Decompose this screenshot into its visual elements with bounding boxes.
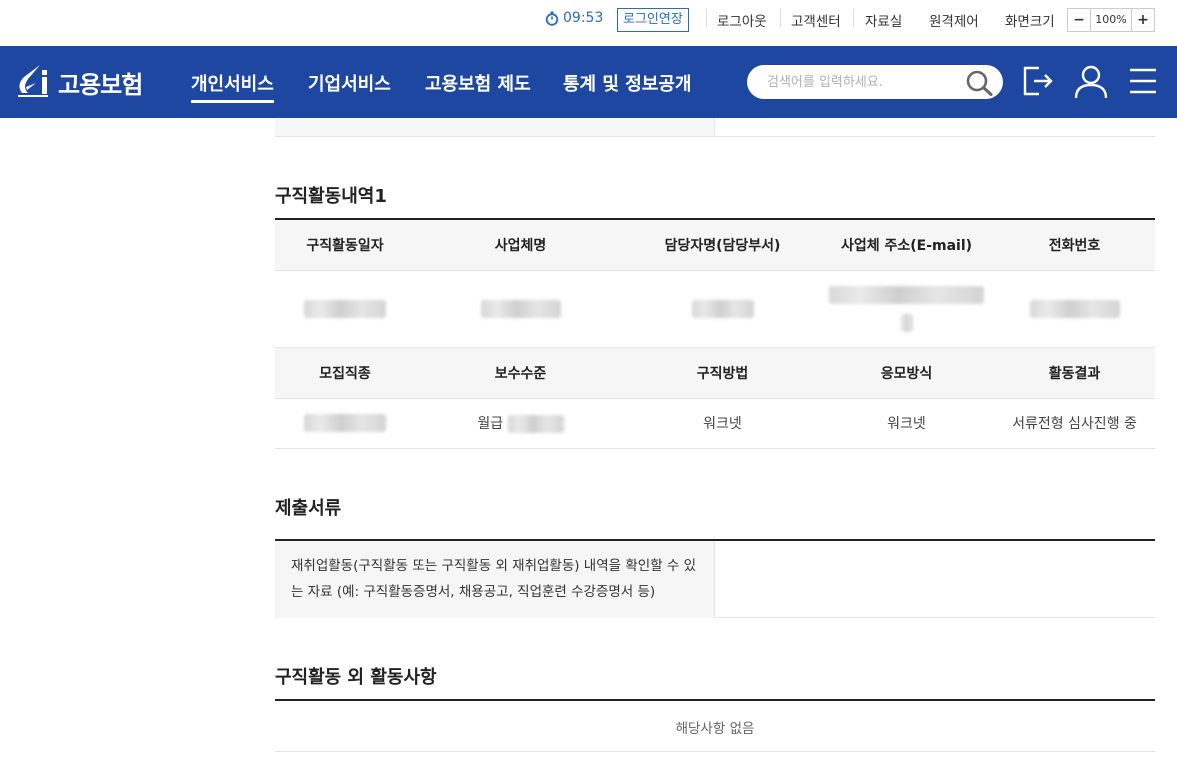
- activity-result-cell: 서류전형 심사진행 중: [994, 398, 1155, 449]
- divider: [275, 136, 1155, 137]
- screen-size-label: 화면크기: [1005, 14, 1055, 30]
- site-logo[interactable]: 고용보험: [14, 62, 143, 102]
- empty-message: 해당사항 없음: [675, 721, 755, 737]
- menu-business-service[interactable]: 기업서비스: [308, 70, 391, 96]
- main-nav: 고용보험 개인서비스 기업서비스 고용보험 제도 통계 및 정보공개: [0, 46, 1177, 118]
- extend-login-button[interactable]: 로그인연장: [617, 8, 689, 32]
- redacted-cell: [994, 270, 1155, 348]
- table-row: [275, 270, 1155, 348]
- remote-control-link[interactable]: 원격제어: [929, 10, 979, 30]
- timer-value: 09:53: [563, 10, 604, 26]
- job-activity-title: 구직활동내역1: [275, 186, 387, 207]
- search-method-cell: 워크넷: [626, 398, 819, 449]
- menu-personal-service[interactable]: 개인서비스: [191, 70, 274, 103]
- header-company-address: 사업체 주소(E-mail): [819, 219, 994, 271]
- search-box: [747, 65, 1003, 99]
- job-activity-table: 구직활동일자 사업체명 담당자명(담당부서) 사업체 주소(E-mail) 전화…: [275, 218, 1155, 449]
- user-icon[interactable]: [1074, 64, 1108, 104]
- documents-table: 재취업활동(구직활동 또는 구직활동 외 재취업활동) 내역을 확인할 수 있는…: [275, 539, 1155, 618]
- redacted-cell: [626, 270, 819, 348]
- redacted-cell: [415, 270, 626, 348]
- search-icon[interactable]: [965, 69, 995, 101]
- table-row: 월급 워크넷 워크넷 서류전형 심사진행 중: [275, 398, 1155, 449]
- header-activity-date: 구직활동일자: [275, 219, 415, 271]
- apply-method-cell: 워크넷: [819, 398, 994, 449]
- search-input[interactable]: [767, 72, 957, 92]
- logo-text: 고용보험: [58, 70, 143, 99]
- redacted-cell: [275, 398, 415, 449]
- documents-title: 제출서류: [275, 498, 342, 519]
- redacted-cell: [275, 270, 415, 348]
- ei-logo-icon: [18, 65, 48, 97]
- divider: [706, 9, 707, 27]
- session-timer: 09:53: [545, 10, 603, 26]
- header-company-name: 사업체명: [415, 219, 626, 271]
- zoom-in-button[interactable]: +: [1132, 9, 1154, 31]
- logout-icon[interactable]: [1021, 64, 1055, 102]
- menu-insurance-system[interactable]: 고용보험 제도: [425, 70, 531, 96]
- utility-bar: 09:53 로그인연장 로그아웃 고객센터 자료실 원격제어 화면크기 − 10…: [0, 0, 1177, 46]
- divider: [780, 9, 781, 27]
- library-link[interactable]: 자료실: [865, 10, 902, 30]
- zoom-out-button[interactable]: −: [1068, 9, 1090, 31]
- salary-cell: 월급: [415, 398, 626, 449]
- header-apply-method: 응모방식: [819, 347, 994, 399]
- header-job-type: 모집직종: [275, 347, 415, 399]
- stopwatch-icon: [545, 11, 559, 26]
- zoom-control: − 100% +: [1067, 8, 1155, 32]
- other-activity-title: 구직활동 외 활동사항: [275, 667, 437, 688]
- table-header-row: 구직활동일자 사업체명 담당자명(담당부서) 사업체 주소(E-mail) 전화…: [275, 219, 1155, 271]
- menu-statistics[interactable]: 통계 및 정보공개: [563, 70, 691, 96]
- zoom-value: 100%: [1090, 9, 1132, 31]
- header-contact-person: 담당자명(담당부서): [626, 219, 819, 271]
- previous-section-cell: [275, 118, 715, 136]
- logout-link[interactable]: 로그아웃: [717, 10, 767, 30]
- documents-description: 재취업활동(구직활동 또는 구직활동 외 재취업활동) 내역을 확인할 수 있는…: [275, 541, 715, 618]
- other-activity-table: 해당사항 없음: [275, 699, 1155, 752]
- menu-icon[interactable]: [1129, 64, 1157, 102]
- customer-center-link[interactable]: 고객센터: [791, 10, 841, 30]
- redacted-cell: [819, 270, 994, 348]
- header-phone: 전화번호: [994, 219, 1155, 271]
- header-activity-result: 활동결과: [994, 347, 1155, 399]
- divider: [853, 9, 854, 27]
- salary-prefix: 월급: [477, 416, 504, 432]
- header-search-method: 구직방법: [626, 347, 819, 399]
- table-header-row: 모집직종 보수수준 구직방법 응모방식 활동결과: [275, 347, 1155, 399]
- header-salary: 보수수준: [415, 347, 626, 399]
